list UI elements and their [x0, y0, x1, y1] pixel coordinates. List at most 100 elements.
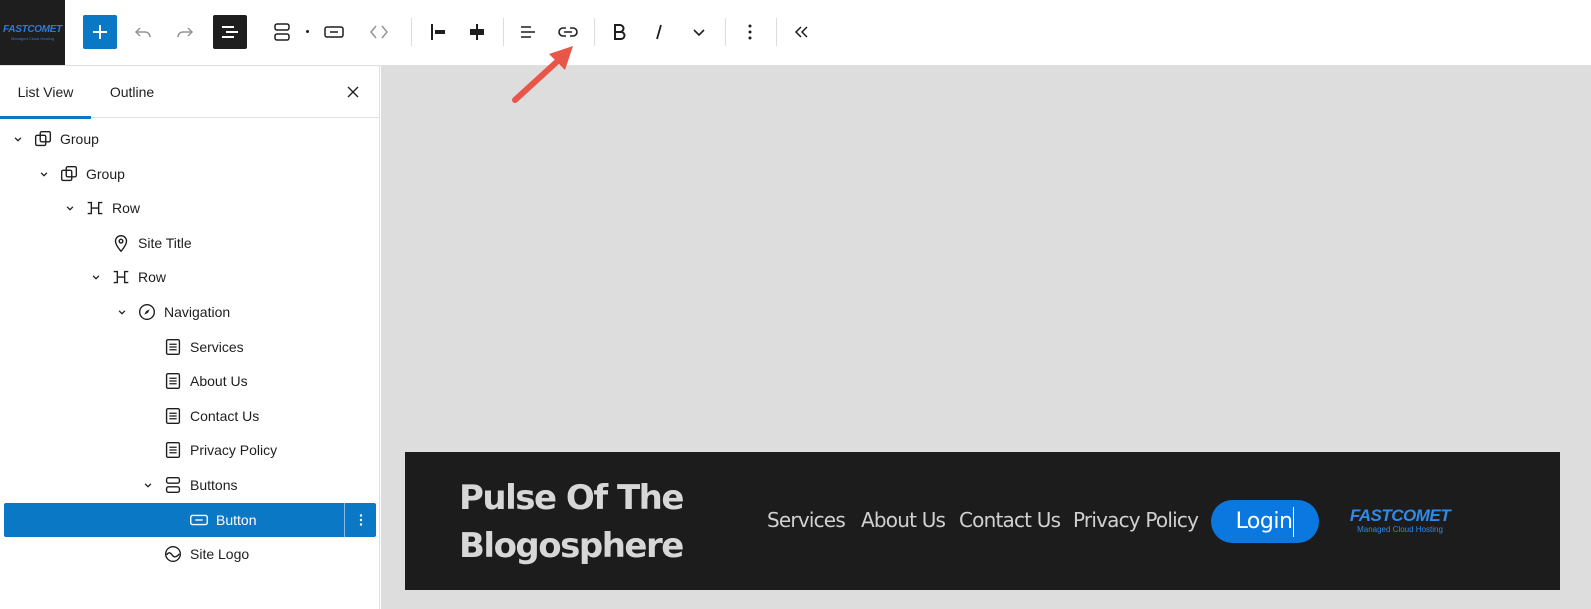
page-icon	[162, 370, 184, 392]
list-view-item-label: Contact Us	[190, 407, 260, 424]
site-icon-logo-tagline: Managed Cloud Hosting	[11, 36, 54, 41]
chevron-down-icon[interactable]	[10, 131, 26, 147]
chevron-down-icon[interactable]	[140, 477, 156, 493]
button-icon	[188, 509, 210, 531]
list-view-item-row[interactable]: Row	[0, 260, 380, 294]
list-view-item-label: Buttons	[190, 477, 238, 493]
redo-button[interactable]	[168, 15, 202, 49]
redo-icon	[177, 27, 194, 38]
options-button[interactable]	[733, 15, 767, 49]
login-button[interactable]: Login	[1211, 500, 1319, 543]
list-view-item-group[interactable]: Group	[0, 122, 380, 156]
undo-button[interactable]	[126, 15, 160, 49]
collapse-toolbar-button[interactable]	[784, 15, 818, 49]
chevron-down-icon[interactable]	[36, 166, 52, 182]
login-button-label: Login	[1235, 509, 1293, 534]
toolbar-separator	[594, 18, 595, 46]
list-view-item-navigation[interactable]: Navigation	[0, 295, 380, 329]
toolbar-separator	[776, 18, 777, 46]
list-view-item-button[interactable]: Button	[4, 502, 376, 537]
annotation-arrow-icon	[512, 46, 573, 103]
list-view-item-group[interactable]: Group	[0, 157, 380, 191]
site-title[interactable]: Pulse Of The Blogosphere	[459, 474, 719, 570]
group-icon	[58, 163, 80, 185]
list-view-item-site-logo[interactable]: Site Logo	[0, 537, 380, 571]
list-view-item-privacy-policy[interactable]: Privacy Policy	[0, 433, 380, 467]
justify-stretch-button[interactable]	[460, 15, 494, 49]
justify-left-button[interactable]	[421, 15, 455, 49]
site-icon-button[interactable]: FASTCOMET Managed Cloud Hosting	[0, 0, 65, 65]
undo-icon	[134, 27, 151, 38]
nav-link-services[interactable]: Services	[767, 508, 846, 532]
chevron-down-icon	[693, 29, 705, 37]
page-icon	[162, 439, 184, 461]
list-view-item-site-title[interactable]: Site Title	[0, 226, 380, 260]
list-view-sidebar: List View Outline Group Group Row Site Titl…	[0, 66, 380, 609]
buttons-block-button[interactable]	[265, 15, 299, 49]
page-icon	[162, 405, 184, 427]
toolbar-separator	[411, 18, 412, 46]
justify-left-icon	[431, 24, 445, 40]
row-icon	[110, 266, 132, 288]
site-logo-text: FASTCOMET	[1349, 506, 1451, 525]
row-icon	[84, 197, 106, 219]
move-button[interactable]	[362, 15, 396, 49]
chevron-down-icon[interactable]	[88, 269, 104, 285]
add-block-button[interactable]	[83, 15, 117, 49]
toolbar-dot-separator	[306, 30, 309, 33]
list-view-item-label: Navigation	[164, 304, 231, 320]
list-view-item-contact-us[interactable]: Contact Us	[0, 399, 380, 433]
bold-button[interactable]	[602, 15, 636, 49]
editor-toolbar: FASTCOMET Managed Cloud Hosting	[0, 0, 1591, 66]
button-block-button[interactable]	[317, 15, 351, 49]
list-view-item-label: About Us	[190, 373, 248, 390]
buttons-block-icon	[274, 23, 290, 41]
list-view-item-about-us[interactable]: About Us	[0, 364, 380, 398]
list-view-item-label: Privacy Policy	[190, 442, 278, 459]
site-logo-icon	[162, 543, 184, 565]
list-view-item-label: Row	[112, 200, 141, 217]
editor-canvas[interactable]: Pulse Of The Blogosphere Services About …	[381, 66, 1591, 609]
list-view-icon	[222, 26, 238, 38]
nav-link-privacy-policy[interactable]: Privacy Policy	[1073, 508, 1199, 532]
italic-button[interactable]	[642, 15, 676, 49]
list-view-item-label: Row	[138, 269, 167, 286]
list-view-item-row[interactable]: Row	[0, 191, 380, 225]
site-logo[interactable]: FASTCOMET Managed Cloud Hosting	[1345, 506, 1455, 534]
more-rich-text-button[interactable]	[682, 15, 716, 49]
double-chevron-left-icon	[794, 26, 808, 38]
list-view-item-label: Button	[216, 511, 257, 528]
list-view-item-label: Site Title	[138, 234, 192, 251]
list-view-item-label: Group	[86, 165, 125, 182]
tab-list-view[interactable]: List View	[0, 66, 91, 119]
site-title-line-2: Blogosphere	[459, 526, 684, 566]
text-caret	[1293, 507, 1295, 537]
page-icon	[162, 336, 184, 358]
site-icon-logo-text: FASTCOMET	[3, 24, 62, 35]
chevron-down-icon[interactable]	[62, 200, 78, 216]
nav-link-about-us[interactable]: About Us	[861, 508, 946, 532]
chevron-down-icon[interactable]	[114, 304, 130, 320]
sidebar-tabs: List View Outline	[0, 66, 379, 119]
list-view-item-services[interactable]: Services	[0, 330, 380, 364]
nav-link-contact-us[interactable]: Contact Us	[959, 508, 1061, 532]
italic-icon	[656, 24, 662, 40]
list-view-item-buttons[interactable]: Buttons	[0, 468, 380, 502]
footer-group[interactable]: Pulse Of The Blogosphere Services About …	[405, 452, 1560, 590]
buttons-icon	[162, 474, 184, 496]
close-sidebar-button[interactable]	[341, 80, 365, 104]
tab-outline[interactable]: Outline	[91, 66, 173, 118]
site-logo-tagline: Managed Cloud Hosting	[1357, 525, 1443, 534]
button-block-icon	[324, 26, 344, 38]
compass-icon	[136, 301, 158, 323]
site-title-line-1: Pulse Of The	[459, 478, 684, 518]
toolbar-separator	[503, 18, 504, 46]
more-vertical-icon	[748, 24, 752, 40]
group-icon	[32, 128, 54, 150]
code-chevrons-icon	[370, 25, 388, 39]
block-options-button[interactable]	[344, 502, 376, 537]
list-view-item-label: Services	[190, 338, 244, 355]
bold-icon	[614, 24, 626, 40]
list-view-button[interactable]	[213, 15, 247, 49]
justify-stretch-icon	[470, 24, 484, 40]
